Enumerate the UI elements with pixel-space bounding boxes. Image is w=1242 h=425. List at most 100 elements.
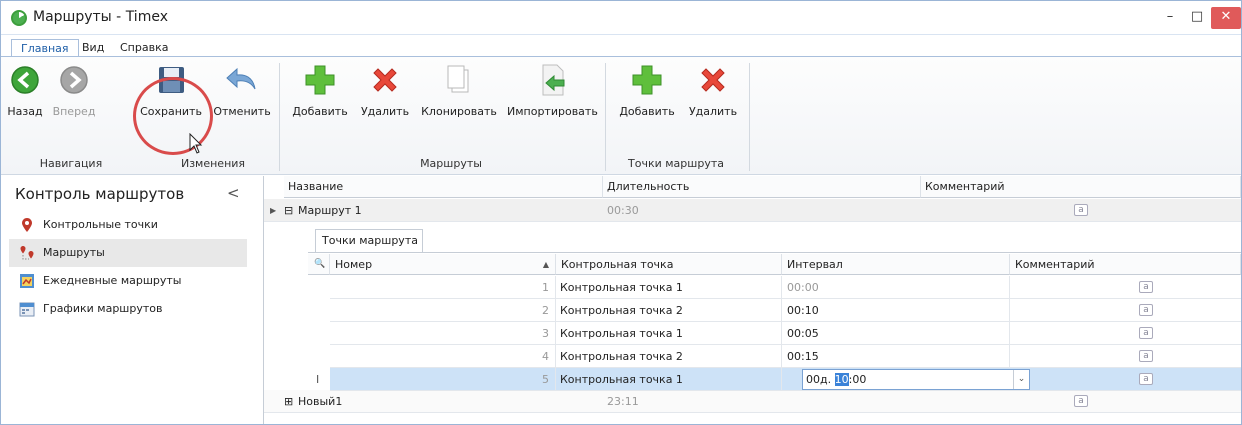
- chevron-down-icon[interactable]: ⌄: [1013, 370, 1029, 389]
- group-label-navigation: Навигация: [39, 157, 103, 170]
- close-button[interactable]: ✕: [1211, 7, 1241, 29]
- add-point-button[interactable]: Добавить: [616, 61, 678, 118]
- sidebar-item-routes[interactable]: Маршруты: [9, 239, 247, 267]
- group-label-changes: Изменения: [180, 157, 246, 170]
- add-icon: [305, 65, 335, 95]
- point-checkpoint: Контрольная точка 1: [556, 368, 782, 391]
- add-route-button[interactable]: Добавить: [289, 61, 351, 118]
- clone-label: Клонировать: [421, 105, 497, 118]
- delete-icon: [373, 68, 397, 92]
- column-header-duration[interactable]: Длительность: [603, 176, 921, 198]
- expand-row-icon[interactable]: ⊞: [284, 390, 293, 413]
- route-name: Новый1: [298, 395, 343, 408]
- table-row[interactable]: 4 Контрольная точка 2 00:15 a: [330, 345, 1241, 368]
- import-button[interactable]: Импортировать: [507, 61, 598, 118]
- column-header-interval[interactable]: Интервал: [782, 254, 1010, 275]
- interval-editor[interactable]: 00д. 10:00 ⌄: [802, 369, 1030, 390]
- point-checkpoint: Контрольная точка 2: [556, 299, 782, 322]
- sort-ascending-icon: ▲: [542, 260, 549, 269]
- comment-icon[interactable]: a: [1139, 327, 1153, 339]
- point-number: 5: [330, 368, 556, 391]
- sidebar-item-daily-routes[interactable]: Ежедневные маршруты: [9, 267, 247, 295]
- add-route-label: Добавить: [292, 105, 348, 118]
- comment-icon[interactable]: a: [1139, 281, 1153, 293]
- column-header-label: Номер: [335, 258, 373, 271]
- group-label-points: Точки маршрута: [628, 157, 724, 170]
- table-row[interactable]: ⊞ Новый1 23:11 a: [264, 390, 1241, 413]
- back-label: Назад: [7, 105, 43, 118]
- point-checkpoint: Контрольная точка 1: [556, 322, 782, 345]
- forward-button[interactable]: Вперед: [49, 61, 99, 118]
- table-row[interactable]: 3 Контрольная точка 1 00:05 a: [330, 322, 1241, 345]
- point-number: 2: [330, 299, 556, 322]
- tab-route-points[interactable]: Точки маршрута: [315, 229, 423, 253]
- clone-icon: [447, 65, 469, 93]
- collapse-icon[interactable]: <: [227, 184, 240, 202]
- edit-cursor-icon: I: [316, 373, 320, 386]
- table-row[interactable]: 1 Контрольная точка 1 00:00 a: [330, 276, 1241, 299]
- sidebar-item-label: Ежедневные маршруты: [43, 274, 182, 287]
- group-separator: [279, 63, 280, 171]
- table-row[interactable]: ▶ ⊟ Маршрут 1 00:30 a: [264, 199, 1241, 222]
- tab-home[interactable]: Главная: [11, 39, 79, 57]
- group-separator: [605, 63, 606, 171]
- menu-bar: Главная Вид Справка: [1, 35, 1241, 57]
- cancel-button[interactable]: Отменить: [211, 61, 273, 118]
- sidebar-item-checkpoints[interactable]: Контрольные точки: [9, 211, 247, 239]
- cancel-label: Отменить: [213, 105, 271, 118]
- point-number: 4: [330, 345, 556, 368]
- route-duration: 00:30: [607, 204, 639, 217]
- app-window: Маршруты - Timex – □ ✕ Главная Вид Справ…: [0, 0, 1242, 425]
- forward-label: Вперед: [52, 105, 96, 118]
- interval-prefix: 00д.: [806, 373, 835, 386]
- point-interval: 00:05: [782, 322, 1010, 345]
- minimize-button[interactable]: –: [1157, 7, 1183, 29]
- point-checkpoint: Контрольная точка 2: [556, 345, 782, 368]
- point-interval: 00:10: [782, 299, 1010, 322]
- table-row[interactable]: 2 Контрольная точка 2 00:10 a: [330, 299, 1241, 322]
- delete-route-label: Удалить: [360, 105, 410, 118]
- sidebar-item-route-schedules[interactable]: Графики маршрутов: [9, 295, 247, 323]
- sidebar: Контроль маршрутов < Контрольные точки М…: [9, 176, 247, 424]
- collapse-row-icon[interactable]: ⊟: [284, 199, 293, 222]
- column-header-comment[interactable]: Комментарий: [921, 176, 1241, 198]
- group-label-routes: Маршруты: [420, 157, 482, 170]
- column-header-number[interactable]: Номер ▲: [330, 254, 556, 275]
- delete-route-button[interactable]: Удалить: [355, 61, 415, 118]
- route-points-grid: 🔍 Номер ▲ Контрольная точка Интервал Ком…: [308, 252, 1241, 392]
- import-label: Импортировать: [507, 105, 598, 118]
- route-icon: [20, 246, 34, 260]
- delete-point-button[interactable]: Удалить: [684, 61, 742, 118]
- undo-icon: [226, 67, 256, 90]
- tab-view[interactable]: Вид: [73, 39, 113, 57]
- search-icon[interactable]: 🔍: [308, 254, 330, 275]
- delete-icon: [701, 68, 725, 92]
- sidebar-title: Контроль маршрутов: [15, 185, 185, 203]
- point-number: 1: [330, 276, 556, 299]
- tab-help[interactable]: Справка: [111, 39, 177, 57]
- table-row-selected[interactable]: I 5 Контрольная точка 1 00д. 10:00 ⌄ a: [316, 368, 1241, 391]
- mouse-pointer-icon: [189, 133, 203, 154]
- clone-button[interactable]: Клонировать: [419, 61, 499, 118]
- sidebar-item-label: Графики маршрутов: [43, 302, 163, 315]
- comment-icon[interactable]: a: [1074, 204, 1088, 216]
- back-button[interactable]: Назад: [3, 61, 47, 118]
- comment-icon[interactable]: a: [1139, 304, 1153, 316]
- column-header-comment[interactable]: Комментарий: [1010, 254, 1241, 275]
- comment-icon[interactable]: a: [1139, 350, 1153, 362]
- maximize-button[interactable]: □: [1184, 7, 1210, 29]
- column-header-checkpoint[interactable]: Контрольная точка: [556, 254, 782, 275]
- add-point-label: Добавить: [619, 105, 675, 118]
- comment-icon[interactable]: a: [1074, 395, 1088, 407]
- calendar-icon: [19, 302, 35, 317]
- group-separator: [749, 63, 750, 171]
- comment-icon[interactable]: a: [1139, 373, 1153, 385]
- column-header-name[interactable]: Название: [284, 176, 603, 198]
- interval-selected-part: 10: [834, 373, 849, 386]
- sidebar-item-label: Контрольные точки: [43, 218, 158, 231]
- row-indicator-icon: ▶: [270, 206, 277, 215]
- route-duration: 23:11: [607, 395, 639, 408]
- import-icon: [542, 64, 565, 96]
- forward-icon: [60, 66, 88, 94]
- map-pin-icon: [22, 218, 32, 232]
